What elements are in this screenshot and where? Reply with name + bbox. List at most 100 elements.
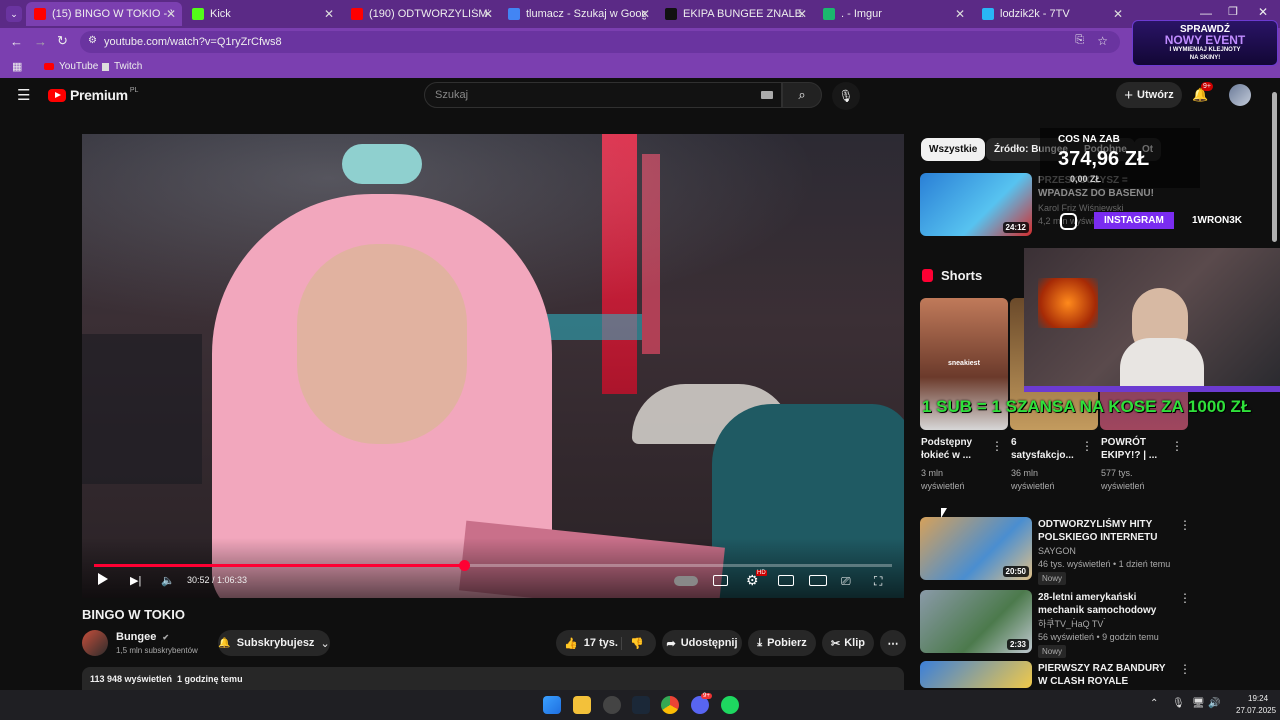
menu-icon[interactable]: ☰ [17, 86, 30, 104]
like-count: 17 tys. [583, 637, 618, 649]
spotify-icon[interactable] [721, 696, 739, 714]
close-window-icon[interactable]: ✕ [1258, 5, 1268, 19]
tab-close-icon[interactable]: ✕ [1113, 7, 1123, 21]
short-title[interactable]: Podstępny łokieć w ... [921, 436, 983, 462]
youtube-play-icon [48, 88, 66, 102]
more-options-icon[interactable]: ⋮ [1179, 591, 1191, 605]
minimize-icon[interactable]: — [1200, 6, 1212, 20]
network-icon[interactable]: 🖥 [1192, 698, 1205, 709]
steam-icon[interactable] [632, 696, 650, 714]
maximize-icon[interactable]: ❐ [1228, 5, 1238, 18]
browser-tab[interactable]: tlumacz - Szukaj w Google ✕ [500, 2, 656, 26]
sidebar-video-meta: 56 wyświetleń • 9 godzin temu [1038, 632, 1159, 642]
create-button[interactable]: + Utwórz [1116, 82, 1182, 108]
channel-avatar[interactable] [82, 630, 108, 656]
goal-label: COS NA ZAB [1058, 134, 1120, 145]
sidebar-video-thumbnail[interactable]: 2:33 [920, 590, 1032, 653]
forward-icon[interactable]: → [34, 34, 47, 49]
tab-close-icon[interactable]: ✕ [797, 7, 807, 21]
notifications-button[interactable]: 🔔 9+ [1192, 82, 1213, 104]
tab-favicon-icon [665, 8, 677, 20]
more-options-icon[interactable]: ⋮ [1081, 439, 1093, 453]
dislike-button[interactable]: 👎 [622, 637, 644, 650]
play-icon[interactable] [98, 573, 108, 585]
more-options-icon[interactable]: ⋮ [1179, 662, 1191, 676]
browser-tab[interactable]: . - Imgur ✕ [815, 2, 971, 26]
bookmark-twitch[interactable]: Twitch [102, 61, 142, 72]
more-options-icon[interactable]: ⋮ [1179, 518, 1191, 532]
tab-close-icon[interactable]: ✕ [955, 7, 965, 21]
youtube-logo[interactable]: Premium PL [48, 87, 138, 103]
filter-chip[interactable]: Wszystkie [921, 138, 986, 161]
subtitles-icon[interactable] [713, 575, 728, 586]
sidebar-video-title[interactable]: PIERWSZY RAZ BANDURY W CLASH ROYALE [1038, 662, 1174, 688]
short-title[interactable]: 6 satysfakcjo... [1011, 436, 1074, 462]
description-box[interactable]: 113 948 wyświetleń 1 godzinę temu [82, 667, 904, 691]
more-options-icon[interactable]: ⋮ [991, 439, 1003, 453]
browser-tab[interactable]: (15) BINGO W TOKIO - You✕ [26, 2, 182, 26]
reload-icon[interactable]: ↻ [57, 33, 68, 49]
address-bar[interactable]: ⚙ youtube.com/watch?v=Q1ryZrCfws8 ⎘ ☆ [80, 31, 1120, 53]
windows-start-icon[interactable] [543, 696, 561, 714]
tab-search-button[interactable]: ⌄ [6, 6, 22, 22]
browser-tab[interactable]: EKIPA BUNGEE ZNALEZIONA W✕ [657, 2, 813, 26]
cast-icon[interactable]: ⎚ [841, 574, 851, 589]
volume-tray-icon[interactable]: 🔊 [1208, 698, 1220, 709]
event-line2: NOWY EVENT [1164, 33, 1246, 47]
browser-tab[interactable]: (190) ODTWORZYLIŚMY HITY P✕ [343, 2, 499, 26]
sidebar-video-title[interactable]: ODTWORZYLIŚMY HITY POLSKIEGO INTERNETU [1038, 518, 1174, 544]
autoplay-toggle[interactable] [674, 576, 698, 586]
chrome-icon[interactable] [661, 696, 679, 714]
file-explorer-icon[interactable] [573, 696, 591, 714]
bookmark-star-icon[interactable]: ☆ [1097, 34, 1108, 48]
voice-search-button[interactable]: 🎙 [832, 82, 860, 110]
hd-badge: HD [756, 570, 767, 576]
tab-close-icon[interactable]: ✕ [483, 7, 493, 21]
sidebar-video-thumbnail[interactable]: 24:12 [920, 173, 1032, 236]
channel-name[interactable]: Bungee ✔ [116, 631, 169, 643]
video-player[interactable]: ▶| 🔈 30:52 / 1:06:33 ⚙ HD ⎚ ⛶ [82, 134, 904, 598]
browser-tab[interactable]: lodzik2k - 7TV ✕ [974, 2, 1129, 26]
theater-mode-icon[interactable] [809, 575, 827, 586]
short-views-unit: wyświetleń [921, 481, 965, 491]
back-icon[interactable]: ← [10, 34, 23, 49]
scissors-icon: ✂ [831, 637, 841, 650]
search-button[interactable]: ⌕ [782, 82, 822, 108]
bookmark-youtube[interactable]: YouTube [44, 61, 98, 72]
browser-toolbar: ← → ↻ ⚙ youtube.com/watch?v=Q1ryZrCfws8 … [0, 28, 1280, 56]
miniplayer-icon[interactable] [778, 575, 794, 586]
keyboard-icon[interactable] [761, 91, 773, 99]
search-input[interactable]: Szukaj [435, 89, 468, 101]
like-button[interactable]: 👍 17 tys. [556, 636, 622, 650]
subscribed-button[interactable]: 🔔 Subskrybujesz ⌄ [218, 630, 330, 656]
fullscreen-icon[interactable]: ⛶ [874, 574, 882, 589]
site-info-icon[interactable]: ⚙ [88, 35, 97, 46]
webcam-bottom-line [1024, 386, 1280, 392]
download-icon: ⤓ [757, 636, 763, 649]
share-button[interactable]: ➦ Udostępnij [662, 630, 742, 656]
tab-close-icon[interactable]: ✕ [324, 7, 334, 21]
sidebar-video-thumbnail[interactable]: 20:50 [920, 517, 1032, 580]
install-app-icon[interactable]: ⎘ [1075, 34, 1084, 47]
download-button[interactable]: ⤓ Pobierz [748, 630, 816, 656]
clip-button[interactable]: ✂ Klip [822, 630, 874, 656]
progress-track[interactable] [94, 560, 892, 571]
mic-tray-icon[interactable]: 🎙 [1172, 698, 1185, 709]
next-icon[interactable]: ▶| [130, 574, 141, 587]
sidebar-video-title[interactable]: 28-letni amerykański mechanik samochodow… [1038, 591, 1174, 619]
more-options-icon[interactable]: ⋮ [1171, 439, 1183, 453]
page-scrollbar[interactable] [1272, 92, 1277, 242]
short-title[interactable]: POWRÓT EKIPY!? | ... [1101, 436, 1163, 462]
sidebar-video-thumbnail[interactable] [920, 661, 1032, 688]
tray-chevron-icon[interactable]: ⌃ [1150, 698, 1158, 709]
avatar[interactable] [1229, 84, 1251, 106]
app-icon[interactable] [603, 696, 621, 714]
tab-close-icon[interactable]: ✕ [640, 7, 650, 21]
search-box[interactable]: Szukaj [424, 82, 782, 108]
browser-tab[interactable]: Kick ✕ [184, 2, 340, 26]
logo-region: PL [129, 86, 139, 94]
more-actions-button[interactable]: ⋯ [880, 630, 906, 656]
tab-close-icon[interactable]: ✕ [166, 7, 176, 21]
volume-icon[interactable]: 🔈 [161, 574, 175, 587]
apps-grid-icon[interactable]: ▦ [12, 60, 22, 73]
